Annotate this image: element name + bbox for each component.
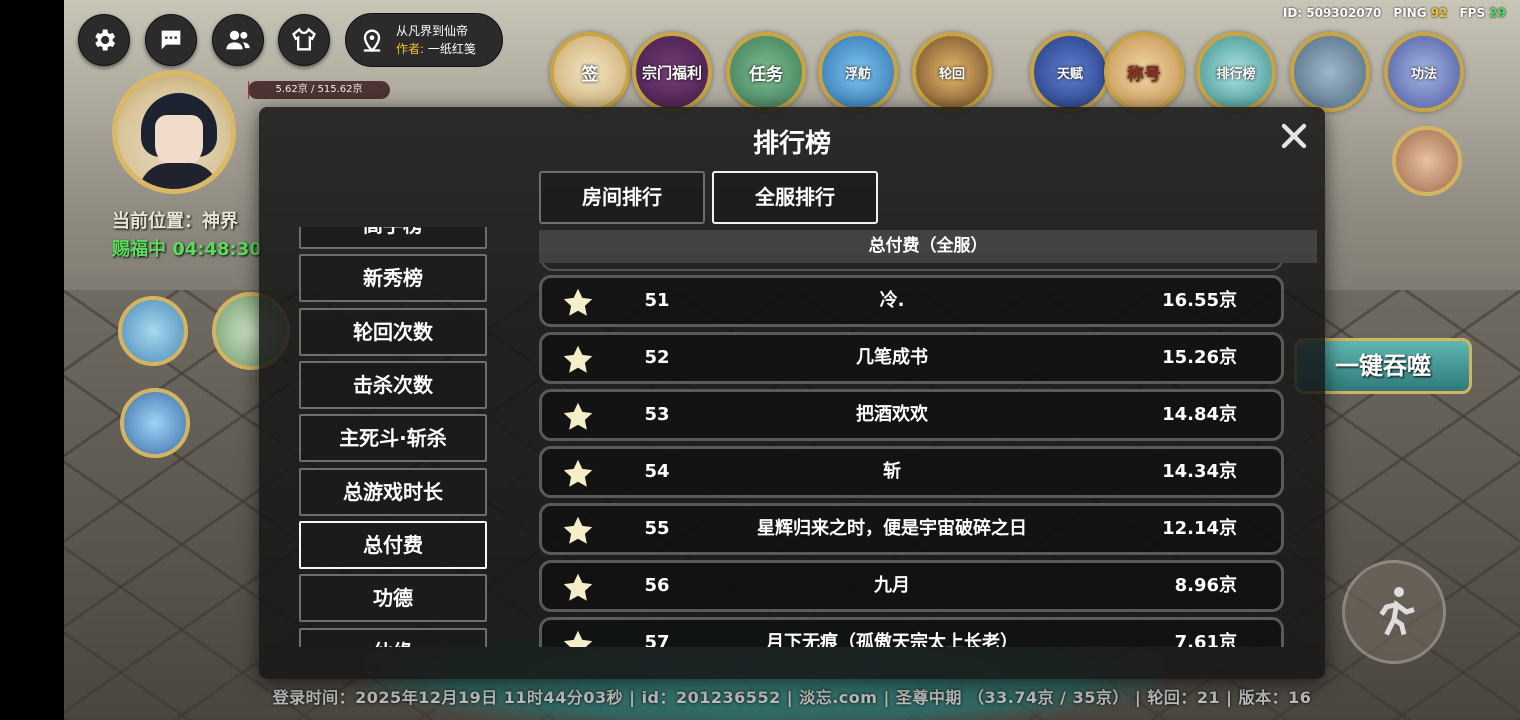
current-location: 当前位置：神界 xyxy=(112,211,238,232)
ranking-row[interactable]: 52 几笔成书 15.26京 xyxy=(539,332,1284,384)
skill-titles[interactable]: 称号 xyxy=(1104,32,1184,112)
skill-technique[interactable]: 功法 xyxy=(1384,32,1464,112)
ranking-row[interactable]: 56 九月 8.96京 xyxy=(539,560,1284,612)
payment-value: 7.61京 xyxy=(1174,632,1237,647)
friends-icon xyxy=(226,30,250,50)
player-name: 把酒欢欢 xyxy=(856,404,928,425)
payment-value: 16.55京 xyxy=(1162,290,1237,311)
author-name: 一纸红笺 xyxy=(427,42,476,56)
ranking-row[interactable]: 51 冷. 16.55京 xyxy=(539,275,1284,327)
star-icon xyxy=(563,402,593,430)
leaderboard-modal: 排行榜 房间排行 全服排行 高手榜 新秀榜 轮回次数 击杀次数 主死斗·斩杀 总… xyxy=(259,107,1325,679)
skill-gate[interactable] xyxy=(1290,32,1370,112)
star-icon xyxy=(563,459,593,487)
category-list: 高手榜 新秀榜 轮回次数 击杀次数 主死斗·斩杀 总游戏时长 总付费 功德 仙缘 xyxy=(299,227,487,647)
payment-value: 15.26京 xyxy=(1162,347,1237,368)
payment-value: 14.34京 xyxy=(1162,461,1237,482)
hp-bar: 5.62京 / 515.62京 xyxy=(248,81,390,99)
previous-row-edge xyxy=(541,263,1283,271)
modal-title: 排行榜 xyxy=(752,129,831,159)
close-button[interactable] xyxy=(1279,121,1309,151)
skill-tasks[interactable]: 任务 xyxy=(726,32,806,112)
rank-number: 56 xyxy=(644,575,670,596)
player-avatar[interactable] xyxy=(112,70,236,194)
category-immortal-fate[interactable]: 仙缘 xyxy=(299,628,487,647)
rank-number: 55 xyxy=(644,518,670,539)
rank-number: 53 xyxy=(644,404,670,425)
skill-reincarnation[interactable]: 轮回 xyxy=(912,32,992,112)
screen-left-bezel xyxy=(0,0,64,720)
login-info-bar: 登录时间：2025年12月19日 11时44分03秒 | id：20123655… xyxy=(272,688,1312,707)
category-kill-count[interactable]: 击杀次数 xyxy=(299,361,487,409)
fps-value: 29 xyxy=(1489,6,1506,20)
hp-text: 5.62京 / 515.62京 xyxy=(275,84,363,95)
skill-leaderboard[interactable]: 排行榜 xyxy=(1196,32,1276,112)
wardrobe-button[interactable] xyxy=(278,14,330,66)
running-figure-icon xyxy=(1379,587,1415,636)
player-name: 斩 xyxy=(883,461,901,482)
rank-number: 52 xyxy=(644,347,670,368)
tab-server-ranking[interactable]: 全服排行 xyxy=(712,171,878,224)
category-rookie[interactable]: 新秀榜 xyxy=(299,254,487,302)
skill-talent[interactable]: 天赋 xyxy=(1030,32,1110,112)
player-name: 星辉归来之时，便是宇宙破碎之日 xyxy=(757,518,1027,539)
author-info[interactable]: 从凡界到仙帝 作者: 一纸红笺 xyxy=(345,13,503,67)
star-icon xyxy=(563,288,593,316)
category-deathmatch-kills[interactable]: 主死斗·斩杀 xyxy=(299,414,487,462)
player-name: 几笔成书 xyxy=(856,347,928,368)
skill-sect-welfare[interactable]: 宗门福利 xyxy=(632,32,712,112)
author-label: 作者: xyxy=(396,42,425,56)
payment-value: 8.96京 xyxy=(1174,575,1237,596)
network-stats: ID: 509302070 PING 92 FPS 29 xyxy=(1283,6,1506,20)
star-icon xyxy=(563,573,593,601)
blessing-timer: 赐福中 04:48:30 xyxy=(112,239,262,260)
shortcut-icon-3[interactable] xyxy=(120,388,190,458)
player-name: 月下无痕（孤傲天宗太上长老） xyxy=(766,632,1018,647)
friends-button[interactable] xyxy=(212,14,264,66)
skill-sign[interactable]: 签 xyxy=(550,32,630,112)
star-icon xyxy=(563,630,593,647)
skill-floating[interactable]: 浮舫 xyxy=(818,32,898,112)
star-icon xyxy=(563,345,593,373)
ranking-list: 51 冷. 16.55京 52 几笔成书 15.26京 53 把酒欢欢 14.84京 54 斩 14.… xyxy=(539,263,1319,647)
ping-label: PING xyxy=(1393,6,1427,20)
shortcut-icon-1[interactable] xyxy=(118,296,188,366)
sprint-button[interactable] xyxy=(1342,560,1446,664)
chat-icon xyxy=(161,30,181,50)
tab-room-ranking[interactable]: 房间排行 xyxy=(539,171,705,224)
rank-number: 57 xyxy=(644,632,670,647)
settings-button[interactable] xyxy=(78,14,130,66)
payment-value: 14.84京 xyxy=(1162,404,1237,425)
player-id: ID: 509302070 xyxy=(1282,6,1382,20)
category-reincarnation-count[interactable]: 轮回次数 xyxy=(299,308,487,356)
star-icon xyxy=(563,516,593,544)
close-icon xyxy=(1281,123,1307,149)
ranking-row[interactable]: 57 月下无痕（孤傲天宗太上长老） 7.61京 xyxy=(539,617,1284,647)
shirt-icon xyxy=(292,27,316,51)
decor-icon-right[interactable] xyxy=(1392,126,1462,196)
category-merit[interactable]: 功德 xyxy=(299,574,487,622)
category-master[interactable]: 高手榜 xyxy=(299,227,487,249)
fps-label: FPS xyxy=(1459,6,1486,20)
ranking-row[interactable]: 53 把酒欢欢 14.84京 xyxy=(539,389,1284,441)
ranking-row[interactable]: 55 星辉归来之时，便是宇宙破碎之日 12.14京 xyxy=(539,503,1284,555)
game-title: 从凡界到仙帝 xyxy=(396,24,469,38)
list-header: 总付费（全服） xyxy=(539,230,1317,263)
map-pin-icon xyxy=(363,29,381,53)
ranking-row[interactable]: 54 斩 14.34京 xyxy=(539,446,1284,498)
gear-icon xyxy=(95,29,116,51)
rank-number: 54 xyxy=(644,461,670,482)
player-name: 冷. xyxy=(879,290,905,311)
category-total-playtime[interactable]: 总游戏时长 xyxy=(299,468,487,516)
rank-number: 51 xyxy=(644,290,670,311)
chat-button[interactable] xyxy=(145,14,197,66)
payment-value: 12.14京 xyxy=(1162,518,1237,539)
player-name: 九月 xyxy=(874,575,910,596)
category-total-payment[interactable]: 总付费 xyxy=(299,521,487,569)
ping-value: 92 xyxy=(1430,6,1448,20)
